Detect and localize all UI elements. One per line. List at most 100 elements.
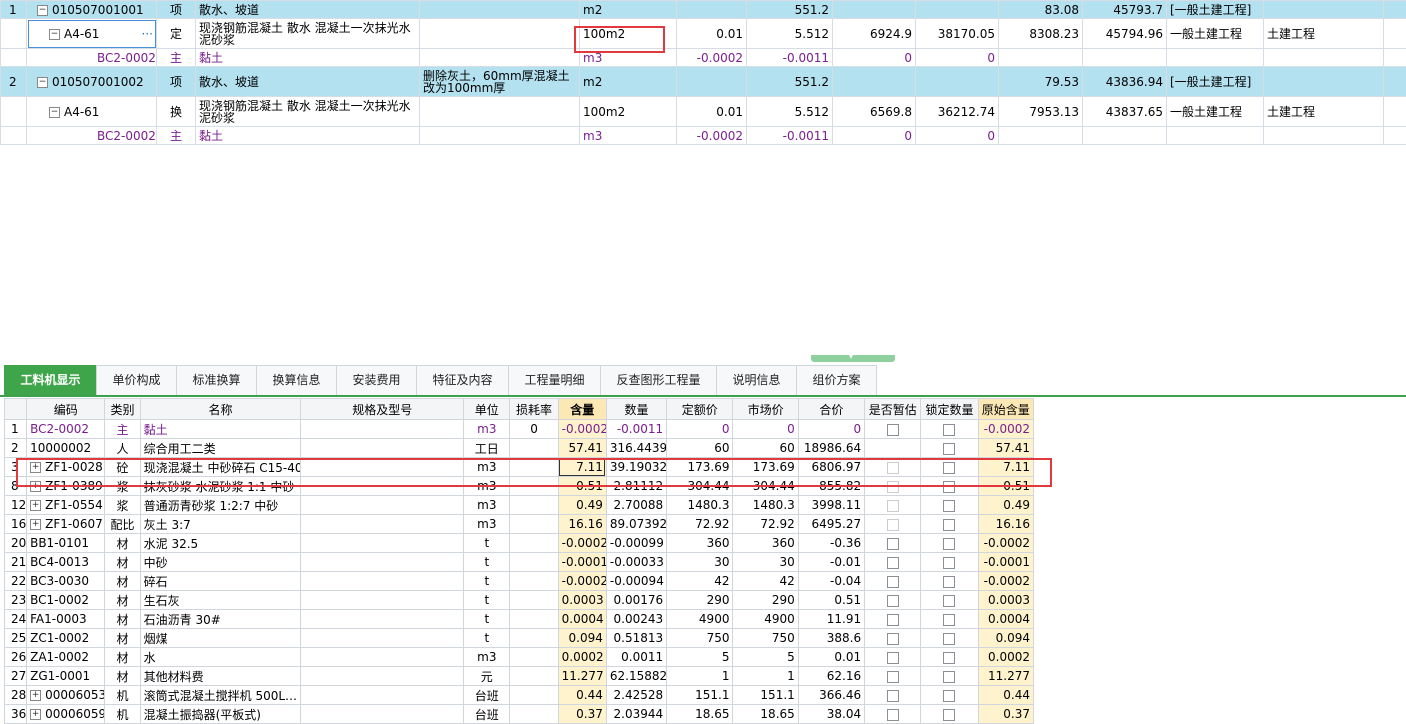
tab-reverse-graphic[interactable]: 反查图形工程量: [600, 365, 717, 395]
spec-cell[interactable]: [301, 439, 464, 458]
tab-pricing-scheme[interactable]: 组价方案: [796, 365, 877, 395]
spec-cell[interactable]: [301, 591, 464, 610]
quota-price-cell[interactable]: 1: [667, 667, 733, 686]
blank-cell[interactable]: [1384, 67, 1406, 97]
original-content-cell[interactable]: 0.094: [978, 629, 1033, 648]
profession-cell[interactable]: 一般土建工程: [1167, 97, 1264, 127]
total-cell[interactable]: 855.82: [798, 477, 864, 496]
unit-cell[interactable]: t: [464, 572, 510, 591]
qty-coef-cell[interactable]: -0.0002: [677, 127, 747, 145]
market-price-cell[interactable]: 30: [733, 553, 798, 572]
quantity-cell[interactable]: -0.00033: [606, 553, 666, 572]
more-options-icon[interactable]: ···: [142, 27, 153, 41]
content-cell[interactable]: 0.44: [558, 686, 606, 705]
provisional-checkbox[interactable]: [865, 534, 921, 553]
quota-price-cell[interactable]: 360: [667, 534, 733, 553]
spec-cell[interactable]: [301, 667, 464, 686]
total-cell[interactable]: 0: [916, 127, 999, 145]
loss-rate-cell[interactable]: [510, 629, 558, 648]
code-cell[interactable]: FA1-0003: [27, 610, 105, 629]
unit-cell[interactable]: 台班: [464, 686, 510, 705]
checkbox-icon[interactable]: [943, 690, 955, 702]
quota-price-cell[interactable]: 60: [667, 439, 733, 458]
original-content-cell[interactable]: 0.0003: [978, 591, 1033, 610]
row-number[interactable]: 28: [5, 686, 27, 705]
original-content-cell[interactable]: 0.51: [978, 477, 1033, 496]
market-price-cell[interactable]: 173.69: [733, 458, 798, 477]
blank-cell[interactable]: [1384, 49, 1406, 67]
content-cell[interactable]: 11.277: [558, 667, 606, 686]
category-cell[interactable]: 材: [105, 591, 140, 610]
name-cell[interactable]: 散水、坡道: [196, 1, 420, 19]
tab-unit-price[interactable]: 单价构成: [96, 365, 177, 395]
total-cell[interactable]: 0.51: [798, 591, 864, 610]
spec-cell[interactable]: [301, 477, 464, 496]
qty-cell[interactable]: 5.512: [747, 19, 833, 49]
row-number[interactable]: 20: [5, 534, 27, 553]
feature-cell[interactable]: [420, 127, 580, 145]
checkbox-icon[interactable]: [943, 481, 955, 493]
total-cell[interactable]: 3998.11: [798, 496, 864, 515]
quota-price-cell[interactable]: 750: [667, 629, 733, 648]
spec-cell[interactable]: [301, 496, 464, 515]
lock-qty-checkbox[interactable]: [921, 648, 978, 667]
qty-coef-cell[interactable]: -0.0002: [677, 49, 747, 67]
code-cell[interactable]: ZA1-0002: [27, 648, 105, 667]
name-cell[interactable]: 生石灰: [140, 591, 301, 610]
feature-cell[interactable]: 删除灰土，60mm厚混凝土改为100mm厚: [420, 67, 580, 97]
original-content-cell[interactable]: -0.0002: [978, 572, 1033, 591]
comp-total-cell[interactable]: 43837.65: [1083, 97, 1167, 127]
code-cell[interactable]: −010507001002: [27, 67, 157, 97]
row-index[interactable]: [1, 127, 27, 145]
quantity-cell[interactable]: 2.81112: [606, 477, 666, 496]
row-number[interactable]: 21: [5, 553, 27, 572]
row-number[interactable]: 24: [5, 610, 27, 629]
row-number[interactable]: 22: [5, 572, 27, 591]
row-number[interactable]: 23: [5, 591, 27, 610]
lock-qty-checkbox[interactable]: [921, 610, 978, 629]
row-number[interactable]: 25: [5, 629, 27, 648]
name-cell[interactable]: 普通沥青砂浆 1:2:7 中砂: [140, 496, 301, 515]
qty-cell[interactable]: -0.0011: [747, 127, 833, 145]
quantity-cell[interactable]: 89.07392: [606, 515, 666, 534]
expand-icon[interactable]: +: [30, 519, 41, 530]
blank-cell[interactable]: [1384, 1, 1406, 19]
unit-cell[interactable]: t: [464, 610, 510, 629]
qty-cell[interactable]: 5.512: [747, 97, 833, 127]
checkbox-icon[interactable]: [943, 709, 955, 721]
original-content-cell[interactable]: 7.11: [978, 458, 1033, 477]
quantity-cell[interactable]: 39.19032: [606, 458, 666, 477]
code-cell[interactable]: −010507001001: [27, 1, 157, 19]
comp-total-cell[interactable]: [1083, 127, 1167, 145]
quota-price-cell[interactable]: 72.92: [667, 515, 733, 534]
name-cell[interactable]: 水泥 32.5: [140, 534, 301, 553]
provisional-checkbox[interactable]: [865, 553, 921, 572]
total-cell[interactable]: 38170.05: [916, 19, 999, 49]
loss-rate-cell[interactable]: [510, 439, 558, 458]
comp-price-cell[interactable]: [999, 127, 1083, 145]
name-cell[interactable]: 黏土: [196, 49, 420, 67]
content-cell[interactable]: 0.0002: [558, 648, 606, 667]
content-cell[interactable]: 0.0003: [558, 591, 606, 610]
lock-qty-checkbox[interactable]: [921, 572, 978, 591]
unit-cell[interactable]: m2: [580, 1, 677, 19]
name-cell[interactable]: 现浇混凝土 中砂碎石 C15-40: [140, 458, 301, 477]
content-cell[interactable]: -0.0002: [558, 572, 606, 591]
category-cell[interactable]: 项: [157, 1, 196, 19]
quantity-cell[interactable]: 0.00243: [606, 610, 666, 629]
total-cell[interactable]: 11.91: [798, 610, 864, 629]
comp-total-cell[interactable]: [1083, 49, 1167, 67]
resource-row[interactable]: 12+ZF1-0554浆普通沥青砂浆 1:2:7 中砂m30.492.70088…: [5, 496, 1034, 515]
provisional-checkbox[interactable]: [865, 439, 921, 458]
unit-cell[interactable]: 100m2: [580, 97, 677, 127]
lock-qty-checkbox[interactable]: [921, 667, 978, 686]
loss-rate-cell[interactable]: [510, 553, 558, 572]
unit-cell[interactable]: m3: [464, 496, 510, 515]
resource-row[interactable]: 22BC3-0030材碎石t-0.0002-0.000944242-0.04-0…: [5, 572, 1034, 591]
checkbox-icon[interactable]: [943, 652, 955, 664]
unit-price-cell[interactable]: 0: [833, 127, 916, 145]
row-number[interactable]: 3: [5, 458, 27, 477]
column-header[interactable]: 定额价: [667, 399, 733, 420]
name-cell[interactable]: 综合用工二类: [140, 439, 301, 458]
lock-qty-checkbox[interactable]: [921, 534, 978, 553]
